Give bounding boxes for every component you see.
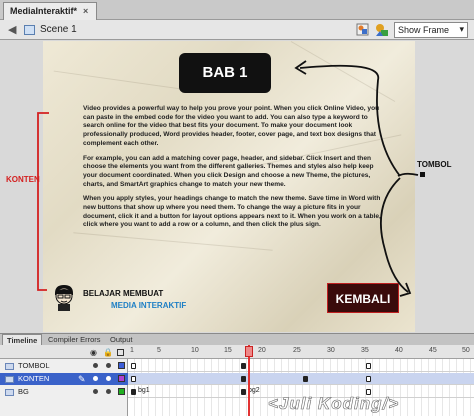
layer-name: BG bbox=[18, 387, 29, 396]
content-paragraph: Video provides a powerful way to help yo… bbox=[83, 105, 380, 147]
konten-label: KONTEN bbox=[6, 175, 40, 184]
keyframe[interactable] bbox=[303, 376, 308, 382]
layer-color-swatch[interactable] bbox=[118, 362, 125, 369]
outline-icon[interactable] bbox=[117, 349, 124, 356]
stage-area: BAB 1 Video provides a powerful way to h… bbox=[0, 41, 474, 333]
layer-tombol[interactable]: TOMBOL bbox=[0, 360, 128, 372]
content-paragraph: When you apply styles, your headings cha… bbox=[83, 195, 381, 229]
kembali-button[interactable]: KEMBALI bbox=[327, 283, 399, 313]
keyframe[interactable] bbox=[366, 363, 371, 369]
title-box: BAB 1 bbox=[179, 53, 271, 93]
frame-row-konten bbox=[128, 373, 474, 385]
zoom-select-value: Show Frame bbox=[398, 25, 450, 35]
scene-icon bbox=[24, 25, 35, 35]
eye-icon[interactable]: ◉ bbox=[90, 348, 97, 357]
back-arrow-icon[interactable]: ◀ bbox=[8, 23, 16, 36]
frame-number: 50 bbox=[462, 347, 470, 354]
layer-icon bbox=[5, 376, 14, 383]
watermark: <Juli Koding/> bbox=[268, 394, 400, 414]
layer-icon bbox=[5, 389, 14, 396]
lock-dot-icon[interactable] bbox=[106, 376, 111, 381]
layer-konten[interactable]: KONTEN ✎ bbox=[0, 373, 128, 385]
frame-number: 10 bbox=[191, 347, 199, 354]
close-icon[interactable]: × bbox=[83, 6, 88, 16]
edit-bar: ◀ Scene 1 Show Frame ▾ bbox=[0, 20, 474, 40]
layer-name: TOMBOL bbox=[18, 361, 50, 370]
content-paragraph: For example, you can add a matching cove… bbox=[83, 154, 374, 188]
keyframe[interactable] bbox=[241, 389, 246, 395]
frame-number: 15 bbox=[224, 347, 232, 354]
document-tab[interactable]: MediaInteraktif* × bbox=[3, 2, 98, 20]
keyframe[interactable] bbox=[241, 363, 246, 369]
frame-number: 40 bbox=[395, 347, 403, 354]
keyframe[interactable] bbox=[131, 363, 136, 369]
layer-icon bbox=[5, 363, 14, 370]
keyframe[interactable] bbox=[131, 389, 136, 395]
layer-list: TOMBOL KONTEN ✎ BG bbox=[0, 359, 128, 416]
panel-tabs: Timeline Compiler Errors Output bbox=[0, 333, 474, 346]
zoom-select[interactable]: Show Frame ▾ bbox=[394, 22, 468, 38]
brand-line-1: BELAJAR MEMBUAT bbox=[83, 289, 164, 298]
frame-ruler[interactable]: 1 5 10 15 20 25 30 35 40 45 50 bbox=[128, 347, 474, 357]
pencil-icon: ✎ bbox=[78, 374, 86, 384]
frame-number: 30 bbox=[327, 347, 335, 354]
mascot-icon bbox=[55, 285, 73, 311]
keyframe[interactable] bbox=[131, 376, 136, 382]
visibility-dot-icon[interactable] bbox=[93, 363, 98, 368]
layer-name: KONTEN bbox=[18, 374, 50, 383]
timeline-header: ◉ 🔒 1 5 10 15 20 25 30 35 40 45 50 bbox=[0, 345, 474, 359]
stage: BAB 1 Video provides a powerful way to h… bbox=[43, 41, 415, 332]
layer-color-swatch[interactable] bbox=[118, 375, 125, 382]
chevron-down-icon: ▾ bbox=[459, 24, 464, 34]
lock-dot-icon[interactable] bbox=[106, 363, 111, 368]
layer-color-swatch[interactable] bbox=[118, 388, 125, 395]
frame-row-tombol bbox=[128, 360, 474, 372]
frame-number: 45 bbox=[429, 347, 437, 354]
frame-number: 35 bbox=[361, 347, 369, 354]
keyframe[interactable] bbox=[241, 376, 246, 382]
brand-line-2: MEDIA INTERAKTIF bbox=[111, 301, 187, 310]
keyframe[interactable] bbox=[366, 376, 371, 382]
playhead-handle[interactable] bbox=[245, 346, 253, 357]
visibility-dot-icon[interactable] bbox=[93, 376, 98, 381]
visibility-dot-icon[interactable] bbox=[93, 389, 98, 394]
frame-number: 20 bbox=[258, 347, 266, 354]
tombol-label: TOMBOL bbox=[417, 160, 452, 169]
content-text: Video provides a powerful way to help yo… bbox=[83, 105, 383, 236]
edit-symbols-icon[interactable] bbox=[356, 23, 369, 36]
scene-label[interactable]: Scene 1 bbox=[40, 24, 77, 35]
frame-label: bg1 bbox=[138, 387, 150, 394]
frame-number: 25 bbox=[293, 347, 301, 354]
frame-number: 5 bbox=[157, 347, 161, 354]
document-tab-label: MediaInteraktif* bbox=[10, 6, 78, 16]
document-tab-bar: MediaInteraktif* × bbox=[0, 0, 474, 20]
frame-number: 1 bbox=[130, 347, 134, 354]
layer-bg[interactable]: BG bbox=[0, 386, 128, 398]
edit-scene-icon[interactable] bbox=[374, 22, 390, 38]
lock-dot-icon[interactable] bbox=[106, 389, 111, 394]
lock-icon[interactable]: 🔒 bbox=[103, 348, 113, 357]
